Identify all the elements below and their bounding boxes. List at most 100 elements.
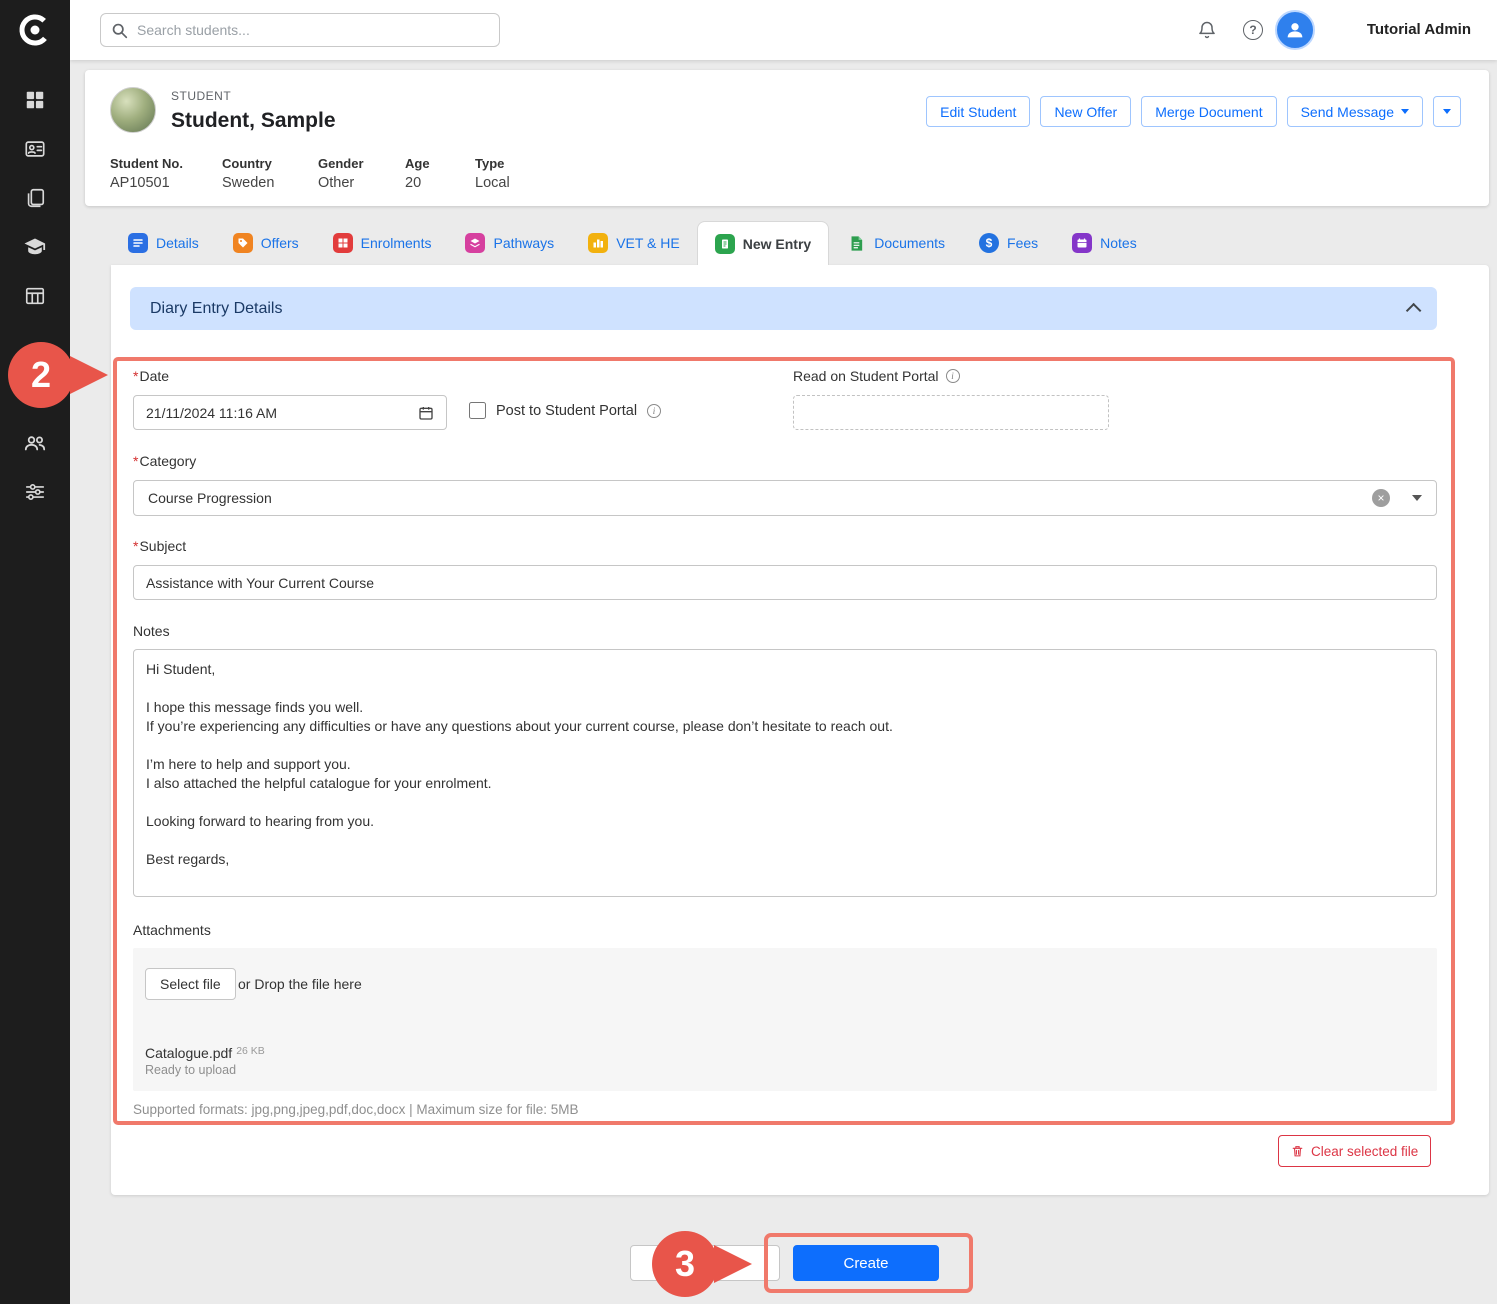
documents-icon bbox=[846, 233, 866, 253]
attached-file-name: Catalogue.pdf bbox=[145, 1045, 232, 1061]
date-input[interactable] bbox=[146, 405, 418, 421]
clear-selected-file-button[interactable]: Clear selected file bbox=[1278, 1135, 1431, 1167]
select-file-button[interactable]: Select file bbox=[145, 968, 236, 1000]
read-on-portal-value bbox=[793, 395, 1109, 430]
student-avatar[interactable] bbox=[110, 87, 156, 133]
tab-offers[interactable]: Offers bbox=[216, 221, 316, 265]
create-button[interactable]: Create bbox=[793, 1245, 939, 1281]
clear-category-icon[interactable]: × bbox=[1372, 489, 1390, 507]
category-label: *Category bbox=[133, 453, 196, 469]
new-entry-icon bbox=[715, 234, 735, 254]
read-on-portal-label-row: Read on Student Portal i bbox=[793, 368, 960, 384]
subject-input[interactable] bbox=[146, 575, 1424, 591]
dropdown-caret-icon[interactable] bbox=[1412, 495, 1422, 501]
info-value: Sweden bbox=[222, 175, 318, 191]
send-message-button[interactable]: Send Message bbox=[1287, 96, 1423, 127]
app-screen: ? Tutorial Admin STUDENT Student, Sample… bbox=[0, 0, 1497, 1304]
subject-input-wrap bbox=[133, 565, 1437, 600]
required-asterisk: * bbox=[133, 368, 138, 384]
tab-documents[interactable]: Documents bbox=[829, 221, 962, 265]
sidebar-item-documents[interactable] bbox=[0, 176, 70, 220]
user-avatar[interactable] bbox=[1275, 10, 1315, 50]
post-to-student-portal-checkbox[interactable] bbox=[469, 402, 486, 419]
details-icon bbox=[128, 233, 148, 253]
edit-student-label: Edit Student bbox=[940, 104, 1016, 120]
dashboard-icon bbox=[24, 89, 46, 111]
attached-file-status: Ready to upload bbox=[145, 1063, 236, 1077]
tab-enrolments[interactable]: Enrolments bbox=[316, 221, 449, 265]
notification-bell-icon[interactable] bbox=[1195, 18, 1219, 42]
attached-file-size: 26 KB bbox=[236, 1045, 265, 1057]
tab-label: Fees bbox=[1007, 235, 1038, 251]
date-label: *Date bbox=[133, 368, 169, 384]
tab-label: Documents bbox=[874, 235, 945, 251]
contact-card-icon bbox=[24, 138, 46, 160]
category-select[interactable]: Course Progression × bbox=[133, 480, 1437, 516]
student-info-row: Student No. AP10501 Country Sweden Gende… bbox=[110, 156, 565, 191]
attachments-label: Attachments bbox=[133, 922, 211, 938]
merge-document-button[interactable]: Merge Document bbox=[1141, 96, 1276, 127]
app-logo-icon[interactable] bbox=[14, 9, 56, 51]
info-icon[interactable]: i bbox=[647, 404, 661, 418]
tab-vet-he[interactable]: VET & HE bbox=[571, 221, 697, 265]
attached-file: Catalogue.pdf 26 KB bbox=[145, 1045, 265, 1061]
student-search-box[interactable] bbox=[100, 13, 500, 47]
info-label: Student No. bbox=[110, 156, 222, 171]
student-actions: Edit Student New Offer Merge Document Se… bbox=[926, 96, 1461, 127]
notes-icon bbox=[1072, 233, 1092, 253]
offers-icon bbox=[233, 233, 253, 253]
required-asterisk: * bbox=[133, 453, 138, 469]
info-label: Type bbox=[475, 156, 565, 171]
copy-documents-icon bbox=[24, 187, 46, 209]
tab-fees[interactable]: $ Fees bbox=[962, 221, 1055, 265]
send-message-label: Send Message bbox=[1301, 104, 1394, 120]
sidebar-item-settings[interactable] bbox=[0, 470, 70, 514]
post-to-portal-label: Post to Student Portal bbox=[496, 403, 637, 419]
calendar-icon[interactable] bbox=[418, 405, 434, 421]
notes-textarea[interactable]: Hi Student, I hope this message finds yo… bbox=[133, 649, 1437, 897]
send-message-split-toggle[interactable] bbox=[1433, 96, 1461, 127]
required-asterisk: * bbox=[133, 538, 138, 554]
dollar-glyph: $ bbox=[986, 236, 993, 250]
chevron-down-icon bbox=[1443, 109, 1451, 114]
tab-label: New Entry bbox=[743, 236, 811, 252]
tab-details[interactable]: Details bbox=[111, 221, 216, 265]
sidebar-item-community[interactable] bbox=[0, 421, 70, 465]
sidebar-item-courses[interactable] bbox=[0, 225, 70, 269]
info-label: Country bbox=[222, 156, 318, 171]
tab-new-entry[interactable]: New Entry bbox=[697, 221, 829, 265]
search-input[interactable] bbox=[137, 22, 489, 38]
info-value: Local bbox=[475, 175, 565, 191]
help-icon[interactable]: ? bbox=[1241, 18, 1265, 42]
sidebar-item-dashboard[interactable] bbox=[0, 78, 70, 122]
tab-label: Notes bbox=[1100, 235, 1137, 251]
tab-label: Enrolments bbox=[361, 235, 432, 251]
file-dropzone[interactable]: Select file or Drop the file here Catalo… bbox=[133, 948, 1437, 1091]
new-offer-button[interactable]: New Offer bbox=[1040, 96, 1131, 127]
student-header-card: STUDENT Student, Sample Edit Student New… bbox=[85, 70, 1489, 206]
chevron-up-icon bbox=[1406, 303, 1422, 319]
enrolments-icon bbox=[333, 233, 353, 253]
edit-student-button[interactable]: Edit Student bbox=[926, 96, 1030, 127]
chevron-down-icon bbox=[1401, 109, 1409, 114]
student-tabs: Details Offers Enrolments Pathways VET &… bbox=[111, 221, 1154, 265]
info-label: Gender bbox=[318, 156, 405, 171]
sidebar-item-contacts[interactable] bbox=[0, 127, 70, 171]
info-icon[interactable]: i bbox=[946, 369, 960, 383]
pathways-icon bbox=[465, 233, 485, 253]
tab-pathways[interactable]: Pathways bbox=[448, 221, 571, 265]
help-glyph: ? bbox=[1249, 23, 1256, 37]
diary-entry-card: Diary Entry Details *Date Post to Studen… bbox=[111, 265, 1489, 1195]
info-label: Age bbox=[405, 156, 475, 171]
info-field-country: Country Sweden bbox=[222, 156, 318, 191]
sidebar-item-reports[interactable] bbox=[0, 274, 70, 318]
fees-icon: $ bbox=[979, 233, 999, 253]
post-to-portal-row: Post to Student Portal i bbox=[469, 402, 661, 419]
person-icon bbox=[1284, 19, 1306, 41]
notes-label: Notes bbox=[133, 623, 170, 639]
tab-notes[interactable]: Notes bbox=[1055, 221, 1154, 265]
people-icon bbox=[23, 431, 47, 455]
diary-entry-details-header[interactable]: Diary Entry Details bbox=[130, 287, 1437, 330]
cancel-button[interactable] bbox=[630, 1245, 780, 1281]
subject-label: *Subject bbox=[133, 538, 186, 554]
